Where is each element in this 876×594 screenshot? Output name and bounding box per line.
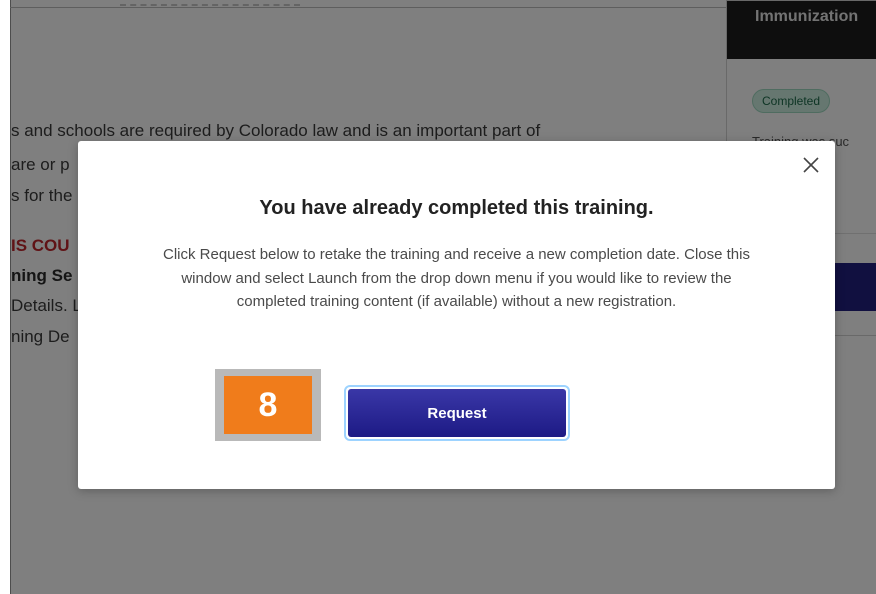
step-marker-number: 8 [224,376,312,434]
dialog-title: You have already completed this training… [259,197,654,219]
close-icon [803,157,819,173]
dialog-message: Click Request below to retake the traini… [163,246,750,310]
step-marker: 8 [215,369,321,441]
request-button[interactable]: Request [344,385,570,441]
close-button[interactable] [800,154,822,176]
completed-training-dialog: You have already completed this training… [78,141,835,489]
request-button-label: Request [348,389,566,437]
